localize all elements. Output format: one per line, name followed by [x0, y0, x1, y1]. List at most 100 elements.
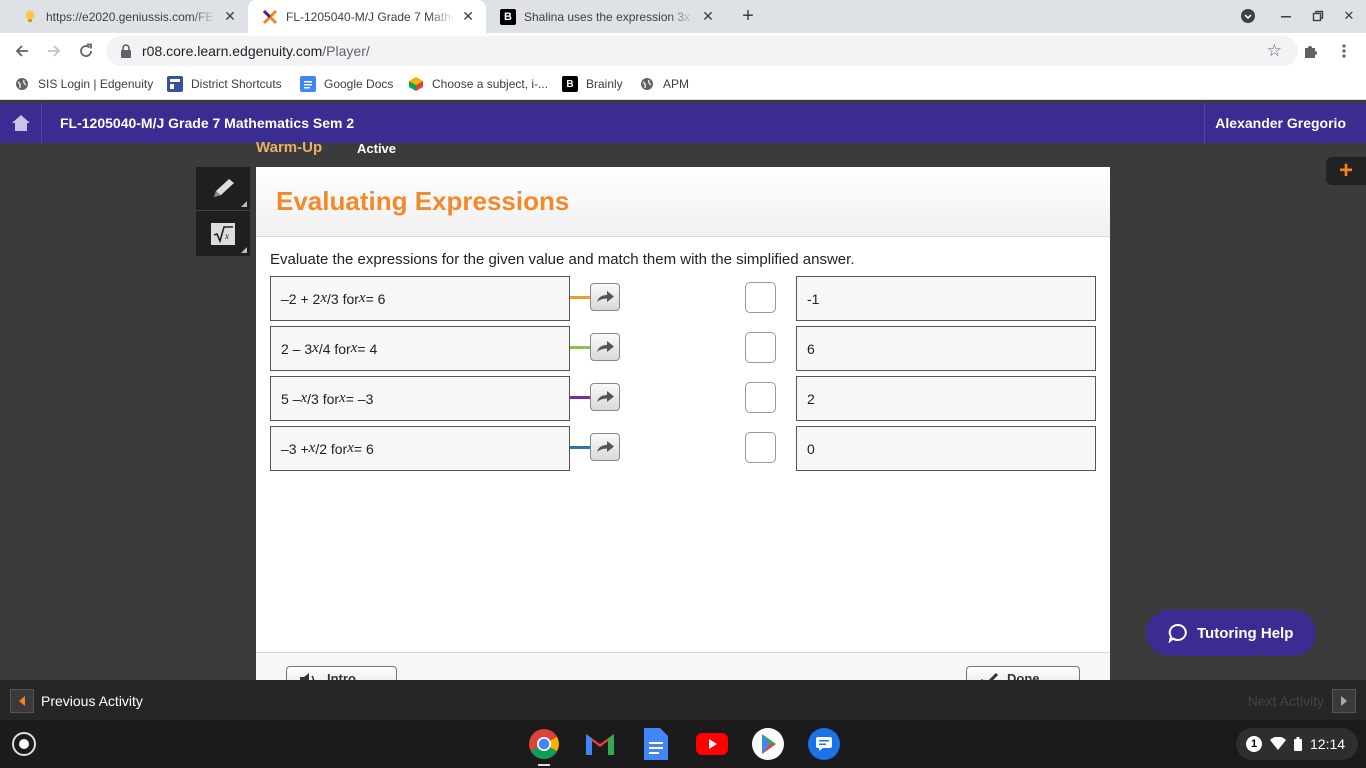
bookmark-brainly[interactable]: B Brainly: [562, 76, 623, 92]
home-icon: [11, 115, 30, 131]
drop-target[interactable]: [745, 432, 776, 463]
section-label: Warm-Up: [256, 139, 323, 156]
expression-item[interactable]: –3 + x/2 for x = 6: [270, 426, 570, 471]
launcher-button[interactable]: [12, 732, 36, 756]
back-arrow-icon[interactable]: [12, 41, 32, 61]
course-title: FL-1205040-M/J Grade 7 Mathematics Sem 2: [60, 115, 355, 131]
chat-bubble-icon: [1168, 623, 1187, 643]
docs-app-icon[interactable]: [640, 728, 672, 760]
checkmark-icon: [981, 672, 999, 680]
curved-arrow-icon: [597, 341, 614, 352]
running-indicator: [538, 764, 550, 766]
pencil-tool-button[interactable]: [196, 167, 250, 211]
expand-plus-button[interactable]: +: [1326, 157, 1366, 185]
browser-tab-strip: https://e2020.geniussis.com/FE ✕ FL-1205…: [0, 0, 1366, 33]
bookmark-sis-login[interactable]: SIS Login | Edgenuity: [14, 76, 153, 92]
drop-target[interactable]: [745, 332, 776, 363]
expression-item[interactable]: 5 – x/3 for x = –3: [270, 376, 570, 421]
math-tool-button[interactable]: x: [196, 212, 250, 256]
drag-arrow-button[interactable]: [590, 433, 620, 461]
intro-button[interactable]: Intro: [286, 666, 397, 680]
caret-left-icon: [19, 696, 25, 706]
brainly-icon: B: [500, 8, 516, 25]
address-bar[interactable]: r08.core.learn.edgenuity.com/Player/ ☆: [106, 36, 1298, 66]
lightbulb-icon: [22, 9, 38, 25]
edgenuity-logo-icon: [262, 9, 278, 25]
instruction-text: Evaluate the expressions for the given v…: [270, 251, 855, 268]
cube-icon: [408, 76, 424, 92]
expression-item[interactable]: –2 + 2 x/3 for x = 6: [270, 276, 570, 321]
reload-icon[interactable]: [76, 41, 96, 61]
next-activity-button: [1332, 689, 1356, 713]
answer-item: 2: [796, 376, 1096, 421]
gmail-app-icon[interactable]: [584, 728, 616, 760]
play-store-app-icon[interactable]: [752, 728, 784, 760]
bookmark-apm[interactable]: APM: [639, 76, 689, 92]
new-tab-button[interactable]: +: [738, 5, 758, 27]
activity-footer: Intro Done: [256, 652, 1110, 680]
activity-navigation: Previous Activity Next Activity: [0, 680, 1366, 720]
home-button[interactable]: [0, 103, 42, 143]
brainly-icon: B: [562, 76, 578, 92]
tab-geniussis[interactable]: https://e2020.geniussis.com/FE ✕: [8, 0, 248, 33]
extensions-puzzle-icon[interactable]: [1302, 42, 1320, 60]
wifi-icon: [1270, 737, 1286, 750]
done-button[interactable]: Done: [966, 666, 1080, 680]
clock-time: 12:14: [1310, 736, 1346, 752]
activity-title: Evaluating Expressions: [276, 186, 570, 216]
grid-icon: [167, 76, 183, 92]
tutoring-help-button[interactable]: Tutoring Help: [1146, 610, 1316, 656]
close-tab-icon[interactable]: ✕: [700, 8, 716, 25]
square-root-icon: x: [211, 223, 235, 245]
connector-line: [570, 446, 590, 449]
close-window-icon[interactable]: ✕: [1340, 7, 1358, 25]
drag-arrow-button[interactable]: [590, 283, 620, 311]
bookmark-star-icon[interactable]: ☆: [1267, 41, 1282, 61]
previous-activity-button[interactable]: [10, 689, 34, 713]
speaker-icon: [300, 673, 315, 680]
docs-icon: [300, 76, 316, 92]
bookmark-choose-subject[interactable]: Choose a subject, i-...: [408, 76, 548, 92]
tab-title: Shalina uses the expression 3x t: [524, 9, 694, 24]
minimize-icon[interactable]: [1277, 7, 1295, 25]
next-activity-label: Next Activity: [1247, 693, 1324, 709]
close-tab-icon[interactable]: ✕: [460, 8, 476, 25]
forward-arrow-icon[interactable]: [44, 41, 64, 61]
chrome-app-icon[interactable]: [528, 728, 560, 760]
caret-right-icon: [1341, 696, 1347, 706]
status-tray[interactable]: 1 12:14: [1236, 728, 1358, 760]
tab-search-icon[interactable]: [1239, 7, 1257, 25]
pencil-icon: [214, 178, 234, 197]
youtube-app-icon[interactable]: [696, 728, 728, 760]
browser-toolbar: r08.core.learn.edgenuity.com/Player/ ☆: [0, 33, 1366, 69]
user-name[interactable]: Alexander Gregorio: [1204, 103, 1366, 143]
globe-icon: [639, 76, 655, 92]
drop-target[interactable]: [745, 282, 776, 313]
answer-item: -1: [796, 276, 1096, 321]
messages-app-icon[interactable]: [808, 728, 840, 760]
os-shelf: 1 12:14: [0, 720, 1366, 768]
tab-brainly[interactable]: B Shalina uses the expression 3x t ✕: [486, 0, 726, 33]
bookmark-google-docs[interactable]: Google Docs: [300, 76, 393, 92]
connector-line: [570, 346, 590, 349]
answer-item: 6: [796, 326, 1096, 371]
connector-line: [570, 296, 590, 299]
expression-item[interactable]: 2 – 3 x/4 for x = 4: [270, 326, 570, 371]
bookmark-district-shortcuts[interactable]: District Shortcuts: [167, 76, 282, 92]
curved-arrow-icon: [597, 291, 614, 302]
answer-item: 0: [796, 426, 1096, 471]
drag-arrow-button[interactable]: [590, 383, 620, 411]
tab-title: FL-1205040-M/J Grade 7 Mathem: [286, 9, 455, 24]
previous-activity-label[interactable]: Previous Activity: [41, 693, 143, 709]
svg-text:x: x: [224, 231, 229, 241]
menu-kebab-icon[interactable]: [1335, 42, 1353, 60]
tab-edgenuity[interactable]: FL-1205040-M/J Grade 7 Mathem ✕: [248, 0, 486, 33]
restore-icon[interactable]: [1309, 7, 1327, 25]
drop-target[interactable]: [745, 382, 776, 413]
course-header: FL-1205040-M/J Grade 7 Mathematics Sem 2…: [0, 103, 1366, 143]
globe-icon: [14, 76, 30, 92]
tools-panel: x: [196, 167, 250, 256]
drag-arrow-button[interactable]: [590, 333, 620, 361]
close-tab-icon[interactable]: ✕: [222, 8, 238, 25]
curved-arrow-icon: [597, 441, 614, 452]
